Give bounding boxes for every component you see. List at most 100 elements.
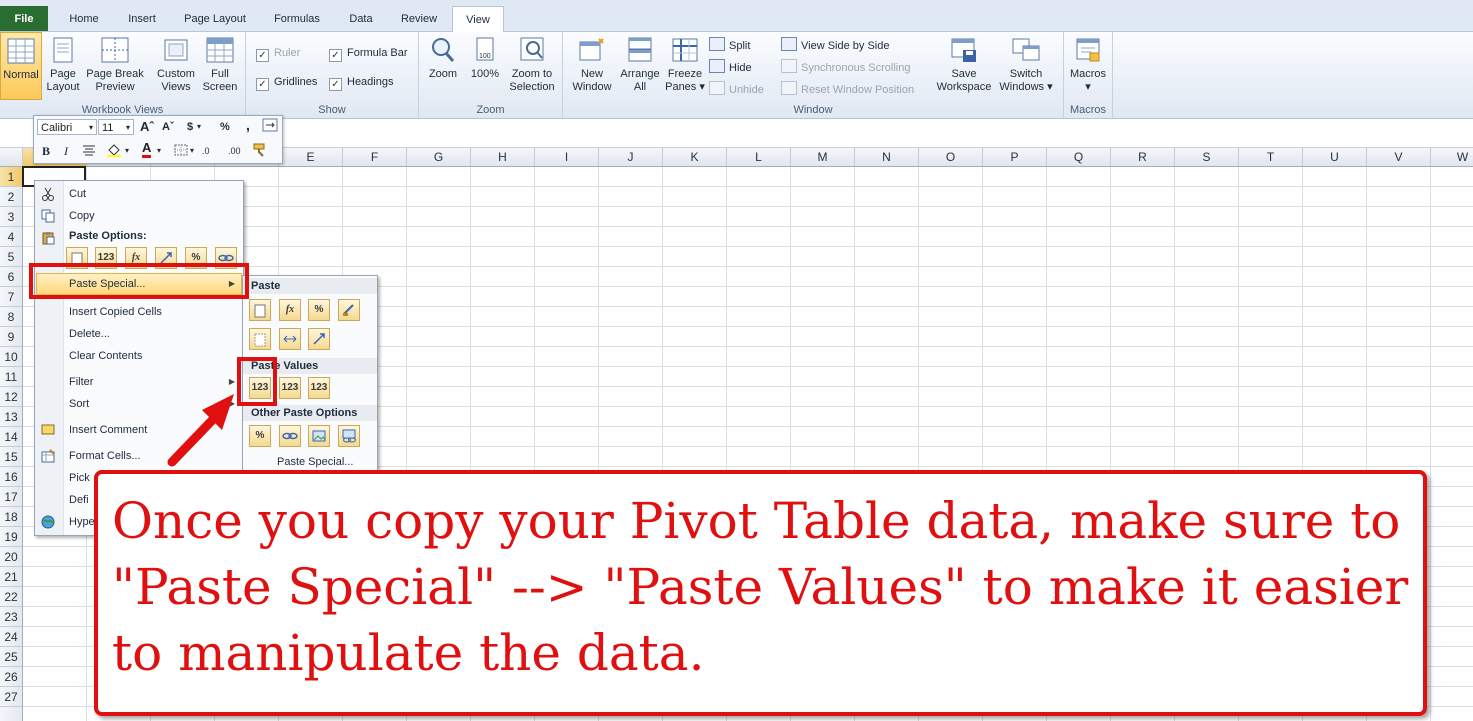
submenu-picture-icon[interactable] (308, 425, 330, 447)
row-header-2[interactable]: 2 (0, 187, 22, 207)
ruler-checkbox[interactable]: ✓ Ruler (256, 45, 300, 62)
borders-icon[interactable] (174, 144, 188, 162)
column-header-g[interactable]: G (407, 148, 471, 166)
gridlines-checkbox[interactable]: ✓ Gridlines (256, 74, 317, 91)
zoom-100-button[interactable]: 100 100% (467, 36, 503, 81)
freeze-panes-button[interactable]: Freeze Panes ▾ (663, 36, 707, 94)
row-header-14[interactable]: 14 (0, 427, 22, 447)
save-workspace-button[interactable]: Save Workspace (933, 36, 995, 94)
tab-home[interactable]: Home (58, 6, 110, 31)
align-center-icon[interactable] (82, 144, 96, 162)
merge-center-icon[interactable] (262, 118, 278, 136)
submenu-paste-special-item[interactable]: Paste Special... (243, 452, 377, 472)
row-header-9[interactable]: 9 (0, 327, 22, 347)
fill-color-dropdown-icon[interactable]: ▾ (125, 142, 129, 160)
menu-item-insert-copied-cells[interactable]: Insert Copied Cells (35, 301, 243, 323)
grow-font-button[interactable]: Aˆ (140, 118, 154, 136)
submenu-values-source-formatting-button[interactable]: 123 (308, 377, 330, 399)
row-header-22[interactable]: 22 (0, 587, 22, 607)
full-screen-button[interactable]: Full Screen (200, 36, 240, 94)
row-header-8[interactable]: 8 (0, 307, 22, 327)
row-header-24[interactable]: 24 (0, 627, 22, 647)
font-name-box[interactable]: Calibri ▾ (37, 119, 97, 135)
column-header-o[interactable]: O (919, 148, 983, 166)
new-window-button[interactable]: New Window (565, 36, 619, 94)
row-header-23[interactable]: 23 (0, 607, 22, 627)
synchronous-scrolling-button[interactable]: Synchronous Scrolling (781, 59, 910, 75)
headings-checkbox[interactable]: ✓ Headings (329, 74, 393, 91)
row-header-10[interactable]: 10 (0, 347, 22, 367)
column-header-v[interactable]: V (1367, 148, 1431, 166)
column-header-i[interactable]: I (535, 148, 599, 166)
row-header-11[interactable]: 11 (0, 367, 22, 387)
menu-item-cut[interactable]: Cut (35, 183, 243, 205)
column-header-j[interactable]: J (599, 148, 663, 166)
submenu-no-borders-icon[interactable] (249, 328, 271, 350)
row-header-4[interactable]: 4 (0, 227, 22, 247)
macros-button[interactable]: Macros ▾ (1068, 36, 1108, 94)
column-header-f[interactable]: F (343, 148, 407, 166)
currency-button[interactable]: $ (187, 118, 193, 136)
increase-decimal-button[interactable]: .0 (202, 142, 210, 160)
row-header-20[interactable]: 20 (0, 547, 22, 567)
zoom-to-selection-button[interactable]: Zoom to Selection (505, 36, 559, 94)
row-header-16[interactable]: 16 (0, 467, 22, 487)
select-all-corner[interactable] (0, 148, 23, 166)
column-header-q[interactable]: Q (1047, 148, 1111, 166)
submenu-formulas-icon[interactable]: fx (279, 299, 301, 321)
currency-dropdown-icon[interactable]: ▾ (197, 118, 201, 136)
unhide-button[interactable]: Unhide (709, 81, 764, 97)
switch-windows-button[interactable]: Switch Windows ▾ (995, 36, 1057, 94)
submenu-formulas-number-format-icon[interactable]: % (308, 299, 330, 321)
row-header-15[interactable]: 15 (0, 447, 22, 467)
column-header-w[interactable]: W (1431, 148, 1473, 166)
tab-insert[interactable]: Insert (114, 6, 170, 31)
custom-views-button[interactable]: Custom Views (152, 36, 200, 94)
reset-window-position-button[interactable]: Reset Window Position (781, 81, 914, 97)
submenu-transpose-icon[interactable] (308, 328, 330, 350)
column-header-p[interactable]: P (983, 148, 1047, 166)
submenu-values-number-format-button[interactable]: 123 (279, 377, 301, 399)
format-painter-icon[interactable] (252, 143, 270, 161)
column-header-m[interactable]: M (791, 148, 855, 166)
arrange-all-button[interactable]: Arrange All (617, 36, 663, 94)
row-header-13[interactable]: 13 (0, 407, 22, 427)
row-header-21[interactable]: 21 (0, 567, 22, 587)
page-layout-view-button[interactable]: Page Layout (44, 36, 82, 94)
tab-file[interactable]: File (0, 6, 48, 31)
font-color-button[interactable]: A (142, 141, 152, 158)
column-header-t[interactable]: T (1239, 148, 1303, 166)
comma-style-button[interactable]: , (246, 116, 250, 134)
row-header-19[interactable]: 19 (0, 527, 22, 547)
page-break-preview-button[interactable]: Page Break Preview (84, 36, 146, 94)
zoom-button[interactable]: Zoom (423, 36, 463, 81)
column-header-s[interactable]: S (1175, 148, 1239, 166)
submenu-keep-source-formatting-icon[interactable] (338, 299, 360, 321)
row-header-3[interactable]: 3 (0, 207, 22, 227)
submenu-linked-picture-icon[interactable] (338, 425, 360, 447)
view-side-by-side-button[interactable]: View Side by Side (781, 37, 889, 53)
font-color-dropdown-icon[interactable]: ▾ (157, 142, 161, 160)
row-header-6[interactable]: 6 (0, 267, 22, 287)
shrink-font-button[interactable]: Aˇ (162, 118, 174, 136)
row-header-26[interactable]: 26 (0, 667, 22, 687)
row-header-25[interactable]: 25 (0, 647, 22, 667)
fill-color-icon[interactable] (106, 143, 124, 161)
tab-review[interactable]: Review (392, 6, 446, 31)
column-header-n[interactable]: N (855, 148, 919, 166)
bold-button[interactable]: B (42, 142, 50, 160)
row-header-12[interactable]: 12 (0, 387, 22, 407)
menu-item-copy[interactable]: Copy (35, 205, 243, 227)
row-header-7[interactable]: 7 (0, 287, 22, 307)
decrease-decimal-button[interactable]: .00 (228, 142, 241, 160)
font-size-box[interactable]: 11 ▾ (98, 119, 134, 135)
menu-item-delete[interactable]: Delete... (35, 323, 243, 345)
italic-button[interactable]: I (64, 142, 68, 160)
hide-button[interactable]: Hide (709, 59, 752, 75)
menu-item-clear-contents[interactable]: Clear Contents (35, 345, 243, 367)
tab-data[interactable]: Data (336, 6, 386, 31)
split-button[interactable]: Split (709, 37, 750, 53)
percent-button[interactable]: % (220, 118, 230, 136)
row-header-27[interactable]: 27 (0, 687, 22, 707)
column-header-r[interactable]: R (1111, 148, 1175, 166)
